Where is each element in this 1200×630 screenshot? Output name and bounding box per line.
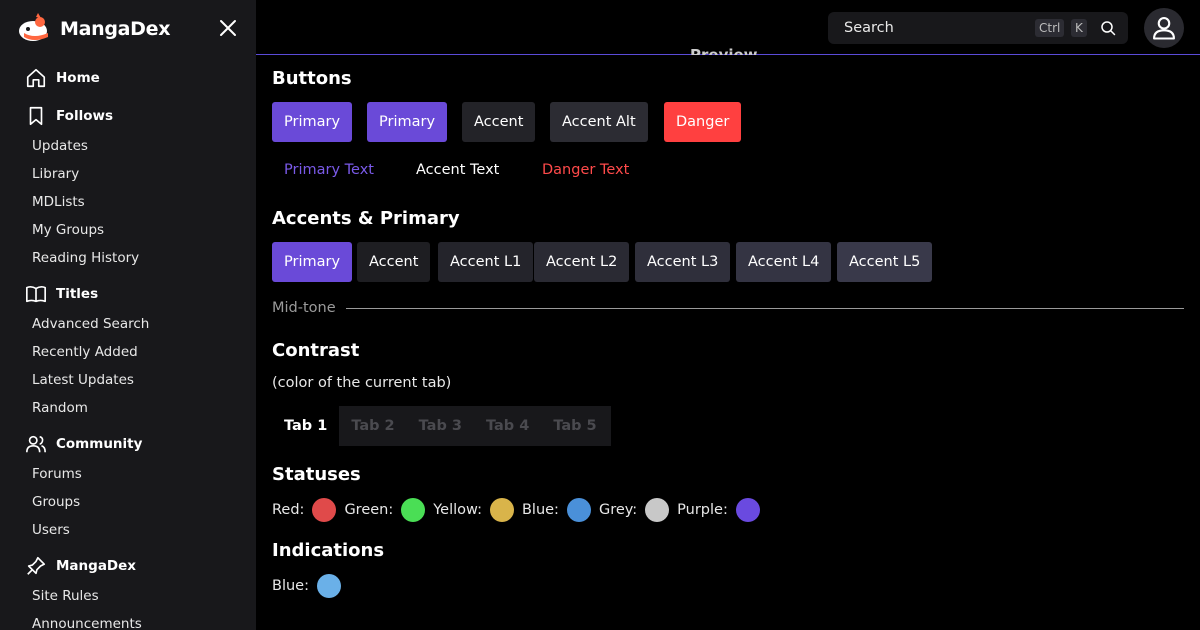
sidebar-item-random[interactable]: Random <box>0 394 256 422</box>
sidebar-item-home[interactable]: Home <box>0 62 256 94</box>
sidebar-section-community[interactable]: Community <box>0 428 256 460</box>
sidebar-item-label: Home <box>56 70 100 86</box>
section-title-accents: Accents & Primary <box>272 208 460 229</box>
section-title-buttons: Buttons <box>272 68 352 89</box>
tab-3[interactable]: Tab 3 <box>407 406 474 446</box>
users-icon <box>24 432 48 456</box>
status-blue: Blue: <box>522 498 591 522</box>
accent-text-button[interactable]: Accent Text <box>416 150 499 190</box>
accent-swatch-primary[interactable]: Primary <box>272 242 353 282</box>
sidebar-item-site-rules[interactable]: Site Rules <box>0 582 256 610</box>
section-title-indications: Indications <box>272 540 385 561</box>
midtone-label: Mid-tone <box>272 300 336 316</box>
accent-swatch-l5[interactable]: Accent L5 <box>837 242 933 282</box>
sidebar-section-titles[interactable]: Titles <box>0 278 256 310</box>
indication-colors-row: Blue: <box>272 574 349 598</box>
sidebar-item-recently-added[interactable]: Recently Added <box>0 338 256 366</box>
shortcut-key-ctrl: Ctrl <box>1035 19 1065 37</box>
primary-button[interactable]: Primary <box>272 102 353 142</box>
indication-label: Blue: <box>272 578 309 594</box>
section-title-statuses: Statuses <box>272 464 361 485</box>
sidebar-section-label: Community <box>56 436 143 452</box>
tab-4[interactable]: Tab 4 <box>474 406 541 446</box>
tab-2[interactable]: Tab 2 <box>339 406 406 446</box>
accent-swatch-l3[interactable]: Accent L3 <box>635 242 731 282</box>
accent-swatch-accent[interactable]: Accent <box>357 242 431 282</box>
sidebar-item-my-groups[interactable]: My Groups <box>0 216 256 244</box>
status-dot-purple <box>735 498 760 522</box>
midtone-line <box>345 307 1184 309</box>
status-label: Purple: <box>677 502 728 518</box>
sidebar-section-label: MangaDex <box>56 558 136 574</box>
status-label: Yellow: <box>433 502 482 518</box>
preview-heading: Preview <box>690 46 758 55</box>
sidebar-item-latest-updates[interactable]: Latest Updates <box>0 366 256 394</box>
close-icon[interactable] <box>218 18 238 38</box>
danger-text-button[interactable]: Danger Text <box>542 150 629 190</box>
user-avatar-button[interactable] <box>1144 8 1184 48</box>
sidebar-section-follows[interactable]: Follows <box>0 100 256 132</box>
sidebar: MangaDex Home Follows Updates Library MD… <box>0 0 256 630</box>
accent-swatch-l1[interactable]: Accent L1 <box>438 242 534 282</box>
brand[interactable]: MangaDex <box>18 12 171 46</box>
status-label: Blue: <box>521 502 559 518</box>
sidebar-section-label: Follows <box>56 108 113 124</box>
tab-1[interactable]: Tab 1 <box>272 406 340 446</box>
top-header: Ctrl K Preview <box>256 0 1200 55</box>
status-green: Green: <box>344 498 426 522</box>
accent-button[interactable]: Accent <box>462 102 536 142</box>
sidebar-item-updates[interactable]: Updates <box>0 132 256 160</box>
search-input[interactable] <box>844 20 1024 36</box>
sidebar-item-groups[interactable]: Groups <box>0 488 256 516</box>
primary-button-alt[interactable]: Primary <box>367 102 448 142</box>
search-bar[interactable]: Ctrl K <box>828 12 1128 44</box>
sidebar-item-advanced-search[interactable]: Advanced Search <box>0 310 256 338</box>
status-yellow: Yellow: <box>433 498 514 522</box>
brand-name: MangaDex <box>60 18 171 40</box>
bookmark-icon <box>24 104 48 128</box>
sidebar-section-mangadex[interactable]: MangaDex <box>0 550 256 582</box>
status-label: Red: <box>272 502 305 518</box>
danger-button[interactable]: Danger <box>664 102 742 142</box>
indication-dot-blue <box>316 574 341 598</box>
status-dot-grey <box>645 498 670 522</box>
contrast-subtitle: (color of the current tab) <box>272 375 452 391</box>
pin-icon <box>24 554 48 578</box>
contrast-tabs: Tab 1 Tab 2 Tab 3 Tab 4 Tab 5 <box>272 406 611 446</box>
sidebar-item-mdlists[interactable]: MDLists <box>0 188 256 216</box>
sidebar-section-label: Titles <box>56 286 99 302</box>
tab-5[interactable]: Tab 5 <box>541 406 608 446</box>
midtone-divider: Mid-tone <box>272 300 1184 316</box>
accent-alt-button[interactable]: Accent Alt <box>550 102 648 142</box>
search-icon[interactable] <box>1100 20 1116 36</box>
home-icon <box>24 66 48 90</box>
sidebar-item-reading-history[interactable]: Reading History <box>0 244 256 272</box>
status-red: Red: <box>272 498 337 522</box>
status-dot-yellow <box>489 498 514 522</box>
status-dot-red <box>312 498 337 522</box>
status-dot-green <box>401 498 426 522</box>
section-title-contrast: Contrast <box>272 340 360 361</box>
sidebar-item-forums[interactable]: Forums <box>0 460 256 488</box>
indication-blue: Blue: <box>272 574 341 598</box>
mangadex-logo-icon <box>19 13 48 41</box>
sidebar-item-announcements[interactable]: Announcements <box>0 610 256 630</box>
sidebar-item-library[interactable]: Library <box>0 160 256 188</box>
status-purple: Purple: <box>677 498 760 522</box>
shortcut-key-k: K <box>1071 19 1087 37</box>
accent-swatch-l2[interactable]: Accent L2 <box>534 242 630 282</box>
status-dot-blue <box>566 498 591 522</box>
sidebar-item-users[interactable]: Users <box>0 516 256 544</box>
status-colors-row: Red: Green: Yellow: Blue: Grey: Purple: <box>272 498 768 522</box>
book-open-icon <box>24 282 48 306</box>
sidebar-nav: Home Follows Updates Library MDLists My … <box>0 62 256 630</box>
status-label: Green: <box>344 502 394 518</box>
user-icon <box>1153 17 1175 40</box>
accent-swatch-l4[interactable]: Accent L4 <box>736 242 832 282</box>
status-grey: Grey: <box>598 498 670 522</box>
primary-text-button[interactable]: Primary Text <box>284 150 374 190</box>
status-label: Grey: <box>598 502 638 518</box>
